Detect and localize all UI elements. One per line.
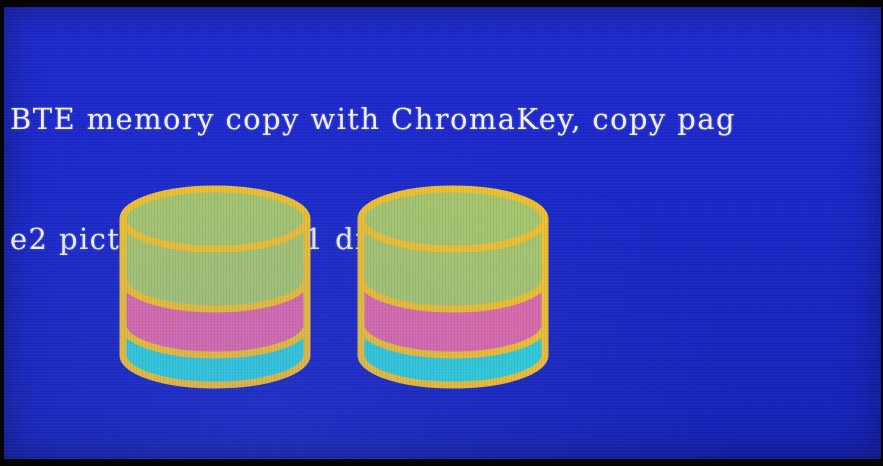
database-graphics [119, 185, 549, 389]
database-stack-icon-right [357, 185, 549, 389]
database-stack-icon-left [119, 185, 311, 389]
top-face [119, 185, 311, 253]
photo-frame: BTE memory copy with ChromaKey, copy pag… [0, 0, 883, 466]
top-face [357, 185, 549, 253]
lcd-screen: BTE memory copy with ChromaKey, copy pag… [4, 7, 881, 459]
